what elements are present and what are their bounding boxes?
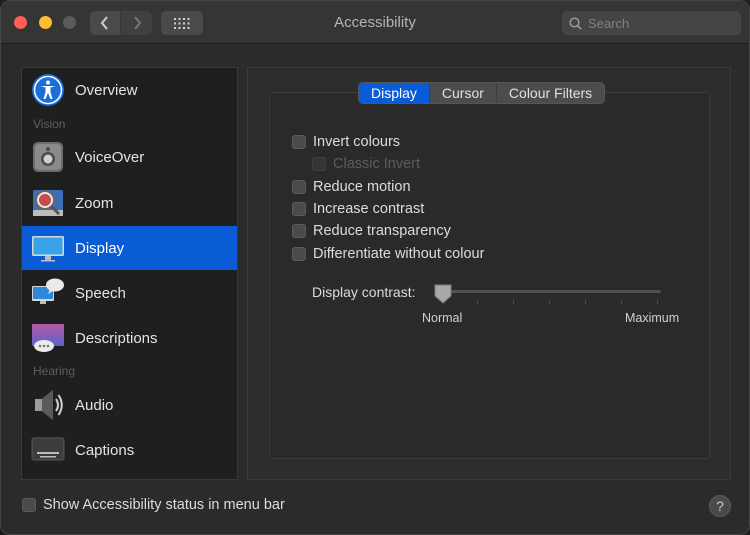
captions-icon [31,437,65,461]
section-header-vision: Vision [33,117,66,131]
sidebar-item-label: Zoom [75,194,114,212]
slider-tick [513,300,514,304]
audio-icon [35,390,63,420]
descriptions-icon [32,324,64,352]
display-icon [32,236,64,262]
sidebar: Overview Vision VoiceOver Zoom Display S… [21,67,238,480]
sidebar-item-label: Descriptions [75,329,158,347]
sidebar-item-audio[interactable]: Audio [22,383,237,427]
increase-contrast-checkbox[interactable] [292,202,306,216]
preferences-window: Accessibility Overview Vision [0,0,750,535]
sidebar-item-captions[interactable]: Captions [22,428,237,472]
checkbox-label: Show Accessibility status in menu bar [43,497,285,513]
sidebar-item-descriptions[interactable]: Descriptions [22,316,237,360]
sidebar-item-label: Captions [75,441,135,459]
accessibility-icon [32,74,64,106]
checkbox-label: Increase contrast [313,201,425,217]
increase-contrast-option[interactable]: Increase contrast [292,201,424,217]
sidebar-item-voiceover[interactable]: VoiceOver [22,135,237,179]
reduce-motion-option[interactable]: Reduce motion [292,179,411,195]
sidebar-item-label: Speech [75,284,126,302]
slider-tick [621,300,622,304]
differentiate-without-colour-checkbox[interactable] [292,247,306,261]
display-contrast-slider-thumb[interactable] [434,284,452,304]
sidebar-item-display[interactable]: Display [22,226,237,270]
display-contrast-slider-track[interactable] [437,290,661,293]
slider-tick [477,300,478,304]
checkbox-label: Classic Invert [333,156,421,172]
differentiate-without-colour-option[interactable]: Differentiate without colour [292,246,484,262]
checkbox-label: Reduce motion [313,179,411,195]
invert-colours-option[interactable]: Invert colours [292,134,400,150]
reduce-transparency-option[interactable]: Reduce transparency [292,223,451,239]
help-button[interactable]: ? [709,495,731,517]
tab-bar: Display Cursor Colour Filters [358,82,606,104]
slider-tick [549,300,550,304]
tab-colour-filters[interactable]: Colour Filters [497,83,604,103]
slider-max-label: Maximum [625,311,680,325]
search-input[interactable] [588,15,728,31]
search-field[interactable] [562,11,741,35]
title-bar: Accessibility [1,1,749,44]
slider-tick [657,300,658,304]
search-icon [569,16,582,30]
checkbox-label: Reduce transparency [313,223,451,239]
sidebar-item-label: Display [75,239,125,257]
sidebar-item-label: VoiceOver [75,148,145,166]
tab-display[interactable]: Display [359,83,430,103]
voiceover-icon [33,142,63,172]
sidebar-item-overview[interactable]: Overview [22,68,237,112]
sidebar-item-label: Overview [75,81,138,99]
speech-icon [32,278,64,304]
show-status-checkbox[interactable] [22,498,36,512]
show-status-option[interactable]: Show Accessibility status in menu bar [22,497,285,513]
reduce-motion-checkbox[interactable] [292,180,306,194]
display-contrast-label: Display contrast: [312,284,416,300]
zoom-icon [33,190,63,216]
tab-cursor[interactable]: Cursor [430,83,497,103]
classic-invert-checkbox [312,157,326,171]
checkbox-label: Invert colours [313,134,401,150]
slider-tick [585,300,586,304]
section-header-hearing: Hearing [33,364,76,378]
sidebar-item-speech[interactable]: Speech [22,271,237,315]
sidebar-item-label: Audio [75,396,114,414]
sidebar-item-zoom[interactable]: Zoom [22,181,237,225]
classic-invert-option: Classic Invert [312,156,420,172]
invert-colours-checkbox[interactable] [292,135,306,149]
checkbox-label: Differentiate without colour [313,246,485,262]
reduce-transparency-checkbox[interactable] [292,224,306,238]
slider-min-label: Normal [422,311,463,325]
